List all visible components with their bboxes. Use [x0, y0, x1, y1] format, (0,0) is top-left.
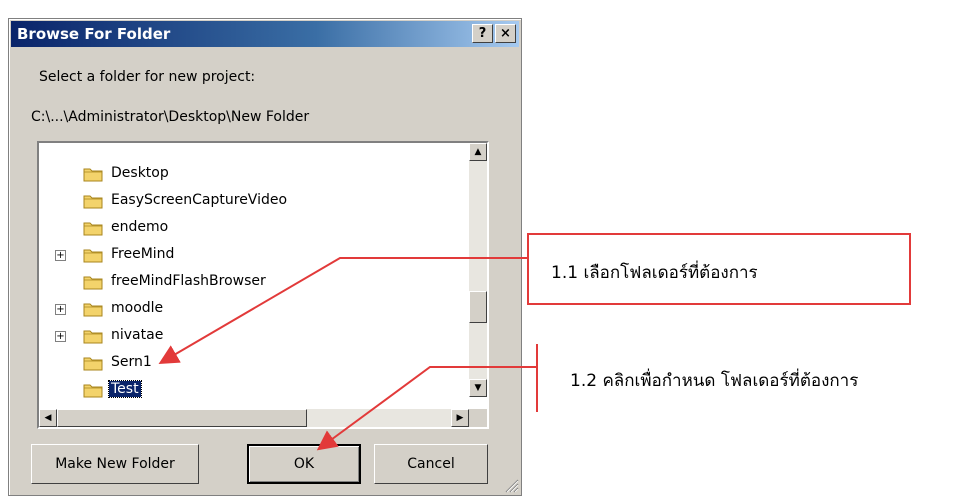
arrow-to-selected-folder [158, 257, 527, 365]
annotation-arrows [158, 257, 538, 451]
arrow-to-ok-button [316, 366, 538, 451]
